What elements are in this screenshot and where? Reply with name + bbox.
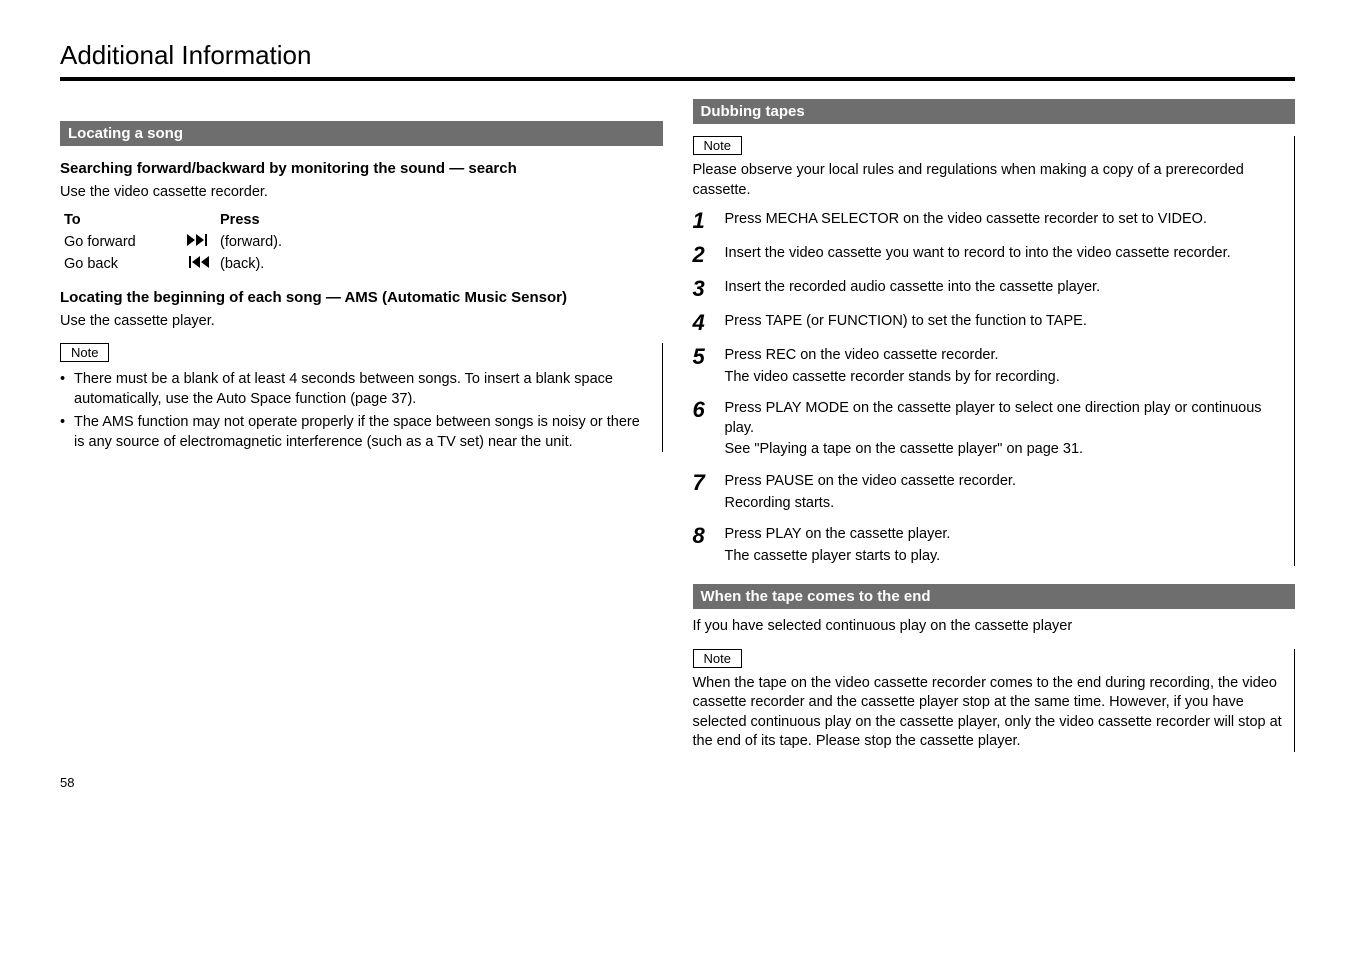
step-body: Press MECHA SELECTOR on the video casset… (725, 210, 1285, 232)
note-item: The AMS function may not operate properl… (60, 413, 652, 452)
section-header-tape-end: When the tape comes to the end (693, 584, 1296, 609)
step-body: Press REC on the video cassette recorder… (725, 346, 1285, 387)
step-body: Press TAPE (or FUNCTION) to set the func… (725, 312, 1285, 334)
step-item: 7 Press PAUSE on the video cassette reco… (693, 472, 1285, 513)
tape-end-body: If you have selected continuous play on … (693, 617, 1296, 637)
note-box-left: Note There must be a blank of at least 4… (60, 343, 663, 452)
step-number: 4 (693, 312, 715, 334)
step-sub: Recording starts. (725, 494, 1285, 514)
cell-go-forward: Go forward (60, 231, 180, 253)
step-body: Insert the recorded audio cassette into … (725, 278, 1285, 300)
cell-forward-label: (forward). (216, 231, 663, 253)
step-number: 6 (693, 399, 715, 460)
steps-list: 1 Press MECHA SELECTOR on the video cass… (693, 210, 1285, 566)
step-number: 3 (693, 278, 715, 300)
table-header-press: Press (216, 209, 663, 231)
note-label: Note (693, 649, 742, 668)
step-item: 5 Press REC on the video cassette record… (693, 346, 1285, 387)
note-label: Note (693, 136, 742, 155)
cell-go-back: Go back (60, 253, 180, 275)
ams-text: Use the cassette player. (60, 312, 663, 332)
step-item: 6 Press PLAY MODE on the cassette player… (693, 399, 1285, 460)
page-number: 58 (60, 775, 74, 790)
step-body: Press PLAY on the cassette player. The c… (725, 525, 1285, 566)
page-title: Additional Information (60, 40, 1295, 71)
step-sub: The video cassette recorder stands by fo… (725, 368, 1285, 388)
step-body: Press PLAY MODE on the cassette player t… (725, 399, 1285, 460)
note-box-right-bottom: Note When the tape on the video cassette… (693, 649, 1296, 752)
step-number: 7 (693, 472, 715, 513)
cell-back-label: (back). (216, 253, 663, 275)
step-sub: The cassette player starts to play. (725, 547, 1285, 567)
left-column: Locating a song Searching forward/backwa… (60, 99, 663, 770)
subheading-ams: Locating the beginning of each song — AM… (60, 289, 663, 306)
note-item: There must be a blank of at least 4 seco… (60, 370, 652, 409)
step-item: 3 Insert the recorded audio cassette int… (693, 278, 1285, 300)
step-sub: See "Playing a tape on the cassette play… (725, 440, 1285, 460)
prev-track-icon (187, 256, 209, 268)
step-number: 8 (693, 525, 715, 566)
table-row: Go forward (forward). (60, 231, 663, 253)
step-number: 5 (693, 346, 715, 387)
right-column: Dubbing tapes Note Please observe your l… (693, 99, 1296, 770)
step-item: 8 Press PLAY on the cassette player. The… (693, 525, 1285, 566)
note-box-right-top: Note Please observe your local rules and… (693, 136, 1296, 566)
search-text: Use the video cassette recorder. (60, 183, 663, 203)
step-body: Press PAUSE on the video cassette record… (725, 472, 1285, 513)
subheading-search: Searching forward/backward by monitoring… (60, 160, 663, 177)
dubbing-note-text: Please observe your local rules and regu… (693, 161, 1285, 200)
step-item: 2 Insert the video cassette you want to … (693, 244, 1285, 266)
step-number: 2 (693, 244, 715, 266)
step-item: 4 Press TAPE (or FUNCTION) to set the fu… (693, 312, 1285, 334)
step-number: 1 (693, 210, 715, 232)
tape-end-note-text: When the tape on the video cassette reco… (693, 674, 1285, 752)
section-header-dubbing: Dubbing tapes (693, 99, 1296, 124)
section-header-locating: Locating a song (60, 121, 663, 146)
next-track-icon (187, 234, 209, 246)
step-body: Insert the video cassette you want to re… (725, 244, 1285, 266)
press-table: To Press Go forward (forward). Go back (60, 209, 663, 275)
table-row: Go back (back). (60, 253, 663, 275)
table-header-to: To (60, 209, 180, 231)
note-label: Note (60, 343, 109, 362)
step-item: 1 Press MECHA SELECTOR on the video cass… (693, 210, 1285, 232)
horizontal-rule (60, 77, 1295, 81)
